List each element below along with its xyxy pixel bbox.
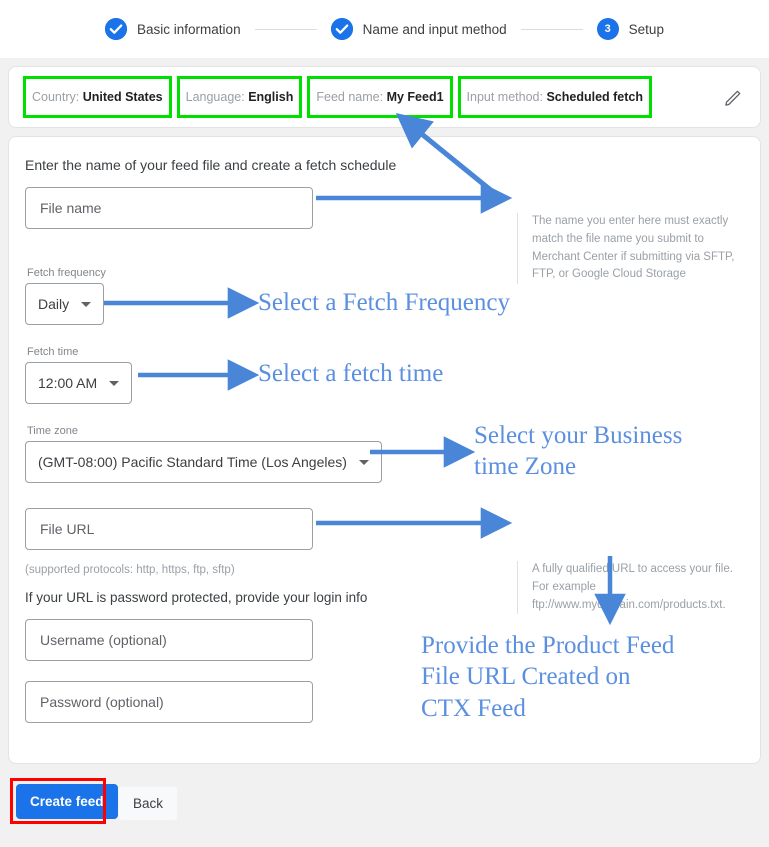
annotation-time-zone: Select your Business time Zone bbox=[474, 422, 683, 481]
summary-chip-language: Language: English bbox=[176, 75, 303, 119]
chip-value-country: United States bbox=[82, 89, 163, 104]
fetch-time-label: Fetch time bbox=[27, 346, 79, 358]
summary-chip-input-method: Input method: Scheduled fetch bbox=[457, 75, 653, 119]
chip-value-language: English bbox=[248, 89, 294, 104]
chip-value-feed-name: My Feed1 bbox=[386, 89, 444, 104]
chevron-down-icon bbox=[109, 380, 120, 386]
file-name-help-text: The name you enter here must exactly mat… bbox=[517, 213, 752, 285]
create-feed-button[interactable]: Create feed bbox=[16, 784, 118, 819]
step-number-badge: 3 bbox=[596, 18, 619, 40]
time-zone-select[interactable]: (GMT-08:00) Pacific Standard Time (Los A… bbox=[25, 441, 382, 483]
summary-chip-country: Country: United States bbox=[23, 75, 172, 119]
chevron-down-icon bbox=[358, 459, 369, 465]
check-circle-icon bbox=[330, 18, 353, 40]
fetch-frequency-value: Daily bbox=[38, 296, 70, 312]
summary-chip-feed-name: Feed name: My Feed1 bbox=[307, 75, 453, 119]
form-section-title: Enter the name of your feed file and cre… bbox=[25, 157, 397, 173]
pencil-icon[interactable] bbox=[722, 85, 746, 109]
step-label-basic-information: Basic information bbox=[137, 21, 241, 37]
chip-key-language: Language: bbox=[185, 89, 245, 104]
chip-key-input-method: Input method: bbox=[466, 89, 543, 104]
summary-chip-row: Country: United States Language: English… bbox=[9, 67, 760, 127]
step-setup[interactable]: 3 Setup bbox=[596, 18, 664, 40]
annotation-fetch-time: Select a fetch time bbox=[258, 360, 444, 387]
annotation-fetch-frequency: Select a Fetch Frequency bbox=[258, 289, 510, 316]
step-name-and-input-method[interactable]: Name and input method bbox=[330, 18, 507, 40]
supported-protocols-note: (supported protocols: http, https, ftp, … bbox=[25, 564, 235, 576]
chip-value-input-method: Scheduled fetch bbox=[546, 89, 644, 104]
check-circle-icon bbox=[105, 18, 128, 40]
file-url-input[interactable]: File URL bbox=[25, 508, 313, 550]
time-zone-value: (GMT-08:00) Pacific Standard Time (Los A… bbox=[38, 454, 347, 470]
chevron-down-icon bbox=[81, 301, 92, 307]
file-name-input[interactable]: File name bbox=[25, 187, 313, 229]
fetch-frequency-label: Fetch frequency bbox=[27, 267, 106, 279]
page-root: Basic information Name and input method … bbox=[0, 0, 769, 847]
form-footer: Create feed Back bbox=[8, 774, 761, 834]
back-button[interactable]: Back bbox=[118, 786, 179, 821]
feed-summary-card: Country: United States Language: English… bbox=[8, 66, 761, 128]
login-info-note: If your URL is password protected, provi… bbox=[25, 590, 368, 605]
step-basic-information[interactable]: Basic information bbox=[105, 18, 241, 40]
fetch-frequency-select[interactable]: Daily bbox=[25, 283, 105, 325]
chip-key-feed-name: Feed name: bbox=[316, 89, 384, 104]
fetch-time-value: 12:00 AM bbox=[38, 375, 98, 391]
step-label-name-and-input-method: Name and input method bbox=[362, 21, 507, 37]
username-input[interactable]: Username (optional) bbox=[25, 619, 313, 661]
file-url-help-text: A fully qualified URL to access your fil… bbox=[517, 561, 752, 615]
fetch-time-select[interactable]: 12:00 AM bbox=[25, 362, 133, 404]
step-connector-1 bbox=[254, 28, 317, 30]
password-input[interactable]: Password (optional) bbox=[25, 681, 313, 723]
step-label-setup: Setup bbox=[628, 21, 664, 37]
annotation-file-url: Provide the Product Feed File URL Create… bbox=[421, 632, 675, 722]
step-connector-2 bbox=[520, 28, 583, 30]
time-zone-label: Time zone bbox=[27, 425, 78, 437]
wizard-stepper: Basic information Name and input method … bbox=[0, 0, 769, 58]
chip-key-country: Country: bbox=[32, 89, 80, 104]
